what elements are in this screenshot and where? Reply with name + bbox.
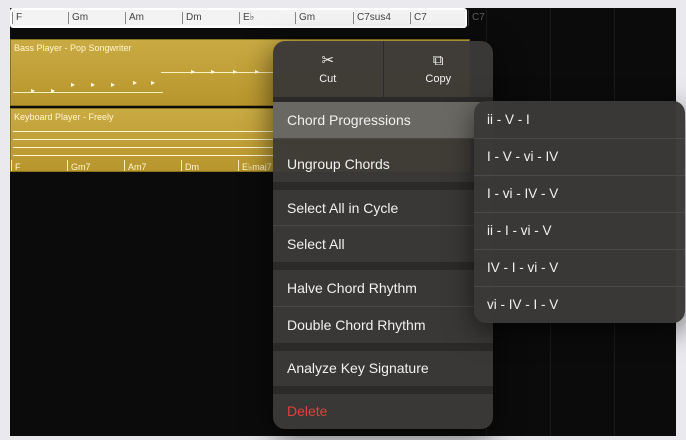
copy-label: Copy: [425, 73, 452, 85]
bass-note: ▸: [233, 67, 238, 76]
bass-note: ▸: [111, 80, 116, 89]
chord-cell[interactable]: Dm: [182, 10, 202, 26]
chord-cell[interactable]: C7sus4: [353, 10, 391, 26]
keys-chord-label: E♭maj7: [238, 160, 272, 171]
progression-item[interactable]: I - vi - IV - V: [474, 176, 685, 212]
chord-track-ribbon[interactable]: F Gm Am Dm E♭ Gm C7sus4 C7: [10, 8, 467, 28]
progression-item[interactable]: ii - I - vi - V: [474, 213, 685, 249]
select-all-item[interactable]: Select All: [273, 226, 493, 262]
double-chord-rhythm-item[interactable]: Double Chord Rhythm: [273, 307, 493, 343]
keys-chord-label: Am7: [124, 160, 147, 171]
keys-chord-label: Dm: [181, 160, 199, 171]
chord-cell[interactable]: C7: [410, 10, 427, 26]
scissors-icon: ✂: [321, 52, 335, 69]
chord-cell[interactable]: F: [12, 10, 22, 26]
cut-button[interactable]: ✂ Cut: [273, 41, 383, 97]
region-title: Keyboard Player - Freely: [14, 112, 114, 122]
chord-progressions-item[interactable]: Chord Progressions: [273, 102, 493, 138]
menu-separator: [273, 262, 493, 270]
bass-note: ▸: [31, 86, 36, 95]
progression-item[interactable]: I - V - vi - IV: [474, 139, 685, 175]
cut-label: Cut: [319, 73, 337, 85]
keys-pattern-line: [13, 131, 283, 132]
bass-note: ▸: [255, 67, 260, 76]
bass-note: ▸: [91, 80, 96, 89]
progression-item[interactable]: IV - I - vi - V: [474, 250, 685, 286]
select-all-in-cycle-item[interactable]: Select All in Cycle: [273, 190, 493, 226]
chord-cell[interactable]: Gm: [295, 10, 315, 26]
edit-actions-row: ✂ Cut ⧉ Copy: [273, 41, 493, 97]
chord-cell[interactable]: Gm: [68, 10, 88, 26]
bass-note: ▸: [51, 86, 56, 95]
menu-separator: [273, 138, 493, 139]
bass-pattern-line: [13, 92, 163, 93]
copy-button[interactable]: ⧉ Copy: [384, 41, 494, 97]
chord-cell-outside[interactable]: C7: [468, 10, 485, 26]
analyze-key-signature-item[interactable]: Analyze Key Signature: [273, 350, 493, 386]
context-menu: ✂ Cut ⧉ Copy Chord Progressions Ungroup …: [273, 41, 493, 429]
chord-cell[interactable]: E♭: [239, 10, 254, 26]
bass-note: ▸: [191, 67, 196, 76]
progression-item[interactable]: vi - IV - I - V: [474, 287, 685, 323]
bass-note: ▸: [211, 67, 216, 76]
progression-item[interactable]: ii - V - I: [474, 102, 685, 138]
bass-note: ▸: [151, 78, 156, 87]
keys-pattern-line: [13, 139, 283, 140]
chord-progressions-submenu: ii - V - I I - V - vi - IV I - vi - IV -…: [474, 101, 685, 323]
delete-item[interactable]: Delete: [273, 393, 493, 429]
keys-pattern-line: [13, 147, 283, 148]
copy-icon: ⧉: [432, 52, 444, 69]
region-title: Bass Player - Pop Songwriter: [14, 43, 132, 53]
menu-separator: [273, 182, 493, 190]
halve-chord-rhythm-item[interactable]: Halve Chord Rhythm: [273, 270, 493, 306]
bass-note: ▸: [71, 80, 76, 89]
keys-chord-label: F: [11, 160, 21, 171]
ungroup-chords-item[interactable]: Ungroup Chords: [273, 146, 493, 182]
keys-pattern-line: [13, 155, 283, 156]
keys-chord-label: Gm7: [67, 160, 91, 171]
bass-pattern-line: [161, 72, 281, 73]
bass-note: ▸: [133, 78, 138, 87]
chord-cell[interactable]: Am: [125, 10, 144, 26]
